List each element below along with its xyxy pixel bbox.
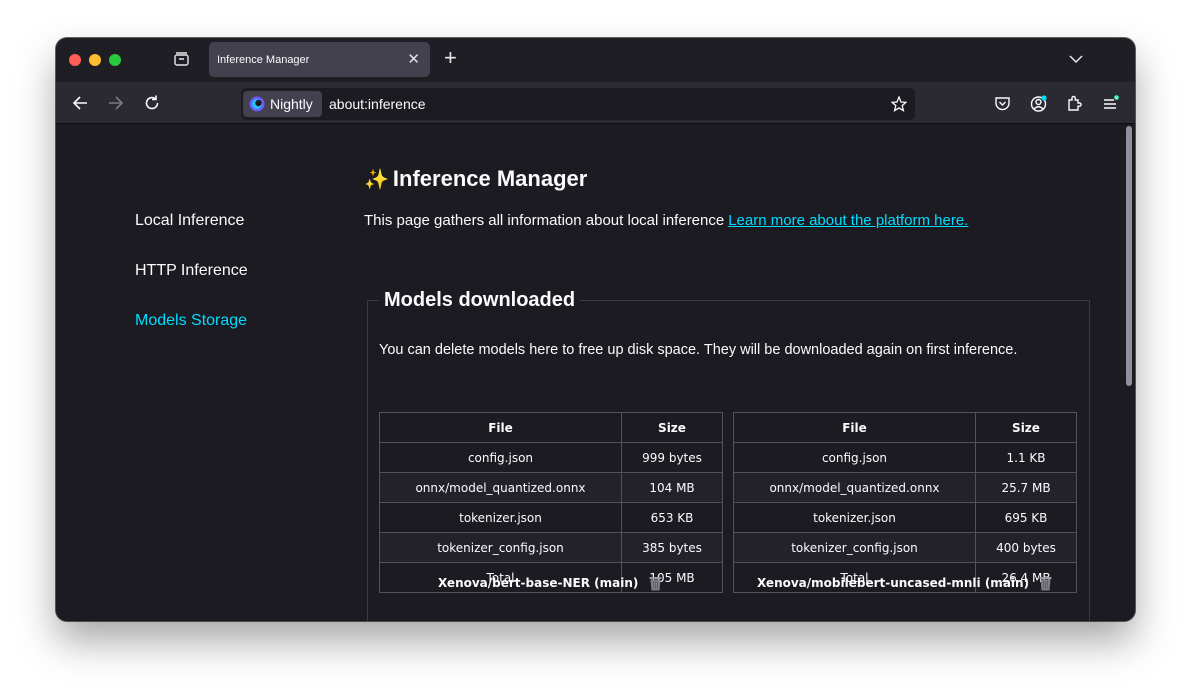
sidebar-item-models-storage[interactable]: Models Storage [135,312,247,330]
file-cell: config.json [379,442,622,473]
tab-inference-manager[interactable]: Inference Manager ✕ [209,42,430,77]
intro-paragraph: This page gathers all information about … [364,212,968,229]
file-cell: tokenizer_config.json [733,532,976,563]
url-bar[interactable]: Nightly about:inference [241,88,915,120]
tab-title: Inference Manager [217,54,310,66]
size-cell: 25.7 MB [975,472,1077,503]
tab-tray-icon[interactable] [173,52,190,67]
size-cell: 653 KB [621,502,723,533]
column-header-size: Size [621,412,723,443]
scrollbar-thumb[interactable] [1126,126,1132,386]
back-arrow-icon[interactable] [72,95,88,111]
tab-bar: Inference Manager ✕ + [56,38,1135,82]
size-cell: 1.1 KB [975,442,1077,473]
size-cell: 695 KB [975,502,1077,533]
model-caption: Xenova/bert-base-NER (main) [438,576,662,591]
intro-text: This page gathers all information about … [364,212,725,229]
models-description: You can delete models here to free up di… [379,342,1018,358]
table-row: tokenizer_config.json 385 bytes [379,532,723,563]
file-cell: tokenizer_config.json [379,532,622,563]
table-row: tokenizer.json 695 KB [733,502,1077,533]
model-files-table: File Size config.json 1.1 KB onnx/model_… [733,412,1077,593]
scrollbar[interactable] [1123,124,1135,621]
zoom-window-button[interactable] [109,54,121,66]
models-heading: Models downloaded [379,289,581,312]
table-row: tokenizer_config.json 400 bytes [733,532,1077,563]
chevron-down-icon[interactable] [1069,52,1083,66]
sparkles-icon: ✨ [364,169,389,191]
extensions-icon[interactable] [1066,95,1083,112]
close-icon[interactable]: ✕ [407,50,420,68]
size-cell: 385 bytes [621,532,723,563]
reload-icon[interactable] [144,95,160,111]
browser-window: Inference Manager ✕ + Nightly about:infe… [56,38,1135,621]
file-cell: tokenizer.json [379,502,622,533]
size-cell: 400 bytes [975,532,1077,563]
menu-icon[interactable] [1102,95,1119,112]
nightly-logo-icon [249,96,265,112]
file-cell: onnx/model_quantized.onnx [379,472,622,503]
column-header-file: File [733,412,976,443]
sidebar-item-local-inference[interactable]: Local Inference [135,212,244,230]
table-row: onnx/model_quantized.onnx 25.7 MB [733,472,1077,503]
size-cell: 999 bytes [621,442,723,473]
minimize-window-button[interactable] [89,54,101,66]
model-name: Xenova/mobilebert-uncased-mnli (main) [757,576,1030,590]
column-header-file: File [379,412,622,443]
page-title: ✨ Inference Manager [364,166,587,192]
table-row: config.json 999 bytes [379,442,723,473]
model-caption: Xenova/mobilebert-uncased-mnli (main) [757,576,1052,591]
table-row: onnx/model_quantized.onnx 104 MB [379,472,723,503]
file-cell: config.json [733,442,976,473]
model-name: Xenova/bert-base-NER (main) [438,576,639,590]
pocket-icon[interactable] [994,95,1011,112]
trash-icon[interactable] [1039,576,1052,591]
size-cell: 104 MB [621,472,723,503]
forward-arrow-icon[interactable] [108,95,124,111]
file-cell: onnx/model_quantized.onnx [733,472,976,503]
identity-label: Nightly [270,96,313,112]
sidebar-item-http-inference[interactable]: HTTP Inference [135,262,248,280]
close-window-button[interactable] [69,54,81,66]
page-title-text: Inference Manager [392,166,588,191]
model-files-table: File Size config.json 999 bytes onnx/mod… [379,412,723,593]
trash-icon[interactable] [649,576,662,591]
column-header-size: Size [975,412,1077,443]
learn-more-link[interactable]: Learn more about the platform here. [728,212,968,229]
file-cell: tokenizer.json [733,502,976,533]
table-row: config.json 1.1 KB [733,442,1077,473]
table-row: tokenizer.json 653 KB [379,502,723,533]
page-content: Local Inference HTTP Inference Models St… [56,124,1135,621]
star-icon[interactable] [890,95,908,112]
identity-box[interactable]: Nightly [243,91,322,117]
url-text[interactable]: about:inference [329,96,426,112]
new-tab-button[interactable]: + [444,47,457,69]
nav-bar: Nightly about:inference [56,82,1135,124]
account-icon[interactable] [1030,95,1047,112]
